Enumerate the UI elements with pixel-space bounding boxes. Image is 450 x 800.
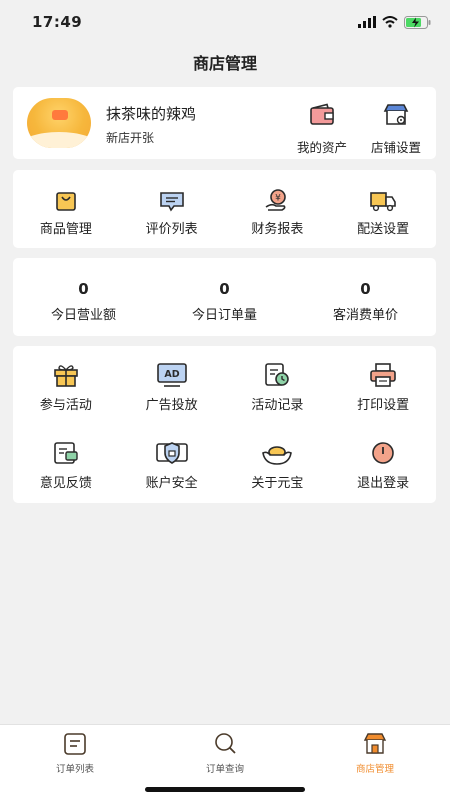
print-settings-button[interactable]: 打印设置 — [330, 360, 436, 438]
feedback-icon — [54, 442, 78, 464]
stat-value: 0 — [78, 280, 89, 298]
activity-record-button[interactable]: 活动记录 — [225, 360, 331, 438]
finance-report-label: 财务报表 — [251, 222, 304, 237]
page-title: 商店管理 — [192, 54, 257, 73]
activity-record-label: 活动记录 — [251, 398, 304, 413]
store-settings-icon — [383, 104, 409, 125]
stat-avg-price: 0 客消费单价 — [295, 280, 436, 336]
my-assets-label: 我的资产 — [296, 140, 347, 155]
review-list-button[interactable]: 评价列表 — [119, 184, 225, 237]
wallet-icon — [310, 103, 334, 125]
product-management-label: 商品管理 — [39, 222, 92, 237]
feedback-label: 意见反馈 — [39, 476, 92, 491]
status-bar: 17:49 — [0, 0, 450, 44]
about-yuanbao-button[interactable]: 关于元宝 — [225, 438, 331, 516]
about-yuanbao-label: 关于元宝 — [251, 476, 304, 491]
comment-icon — [159, 192, 184, 212]
join-activity-button[interactable]: 参与活动 — [13, 360, 119, 438]
ad-icon-text: AD — [164, 369, 179, 380]
product-management-button[interactable]: 商品管理 — [13, 184, 119, 237]
gift-icon — [54, 365, 78, 387]
home-indicator — [145, 787, 305, 792]
store-icon — [363, 733, 387, 754]
stat-label: 客消费单价 — [332, 308, 398, 323]
finance-report-button[interactable]: ¥ 财务报表 — [225, 184, 331, 237]
shield-icon — [155, 442, 188, 464]
stat-orders: 0 今日订单量 — [154, 280, 295, 336]
status-time: 17:49 — [32, 13, 83, 31]
search-icon — [215, 733, 236, 754]
stats-card: 0 今日营业额 0 今日订单量 0 客消费单价 — [13, 258, 436, 336]
power-icon — [372, 442, 394, 464]
finance-icon: ¥ — [265, 189, 287, 211]
review-list-label: 评价列表 — [145, 222, 198, 237]
printer-icon — [370, 363, 396, 387]
account-security-label: 账户安全 — [145, 476, 198, 491]
delivery-truck-icon — [370, 192, 396, 212]
print-settings-label: 打印设置 — [357, 398, 410, 413]
order-list-icon — [64, 733, 86, 755]
record-clock-icon — [265, 363, 290, 386]
store-settings-button[interactable]: 店铺设置 — [363, 103, 429, 156]
ad-icon: AD — [156, 363, 187, 387]
tab-label: 订单查询 — [205, 764, 244, 775]
shop-status: 新店开张 — [106, 131, 155, 145]
stat-label: 今日营业额 — [50, 308, 116, 323]
join-activity-label: 参与活动 — [39, 398, 92, 413]
my-assets-button[interactable]: 我的资产 — [289, 103, 355, 156]
stat-label: 今日订单量 — [191, 308, 257, 323]
ad-placement-label: 广告投放 — [145, 398, 198, 413]
ingot-icon — [262, 446, 293, 465]
stat-revenue: 0 今日营业额 — [13, 280, 154, 336]
logout-button[interactable]: 退出登录 — [330, 438, 436, 516]
stat-value: 0 — [219, 280, 230, 298]
tab-label: 商店管理 — [355, 764, 394, 775]
tools-card: 参与活动 AD 广告投放 活动记录 打印设置 意见反馈 账户安全 关于元宝 退出… — [13, 346, 436, 503]
signal-icon — [358, 16, 376, 28]
status-icons — [358, 15, 432, 29]
shop-info-card: 抹茶味的辣鸡 新店开张 我的资产 店铺设置 — [13, 87, 436, 159]
delivery-settings-label: 配送设置 — [357, 222, 410, 237]
tab-store-management[interactable]: 商店管理 — [300, 725, 450, 800]
stat-value: 0 — [360, 280, 371, 298]
bag-icon — [56, 192, 76, 211]
shop-name: 抹茶味的辣鸡 — [106, 105, 197, 123]
feedback-button[interactable]: 意见反馈 — [13, 438, 119, 516]
battery-charging-icon — [404, 15, 431, 29]
store-settings-label: 店铺设置 — [370, 140, 421, 155]
delivery-settings-button[interactable]: 配送设置 — [330, 184, 436, 237]
logout-label: 退出登录 — [357, 476, 410, 491]
tab-order-list[interactable]: 订单列表 — [0, 725, 150, 800]
ad-placement-button[interactable]: AD 广告投放 — [119, 360, 225, 438]
management-card: 商品管理 评价列表 ¥ 财务报表 配送设置 — [13, 170, 436, 248]
svg-text:¥: ¥ — [276, 194, 282, 204]
shop-avatar[interactable] — [27, 98, 91, 148]
wifi-icon — [382, 16, 398, 28]
tab-label: 订单列表 — [55, 764, 94, 775]
account-security-button[interactable]: 账户安全 — [119, 438, 225, 516]
